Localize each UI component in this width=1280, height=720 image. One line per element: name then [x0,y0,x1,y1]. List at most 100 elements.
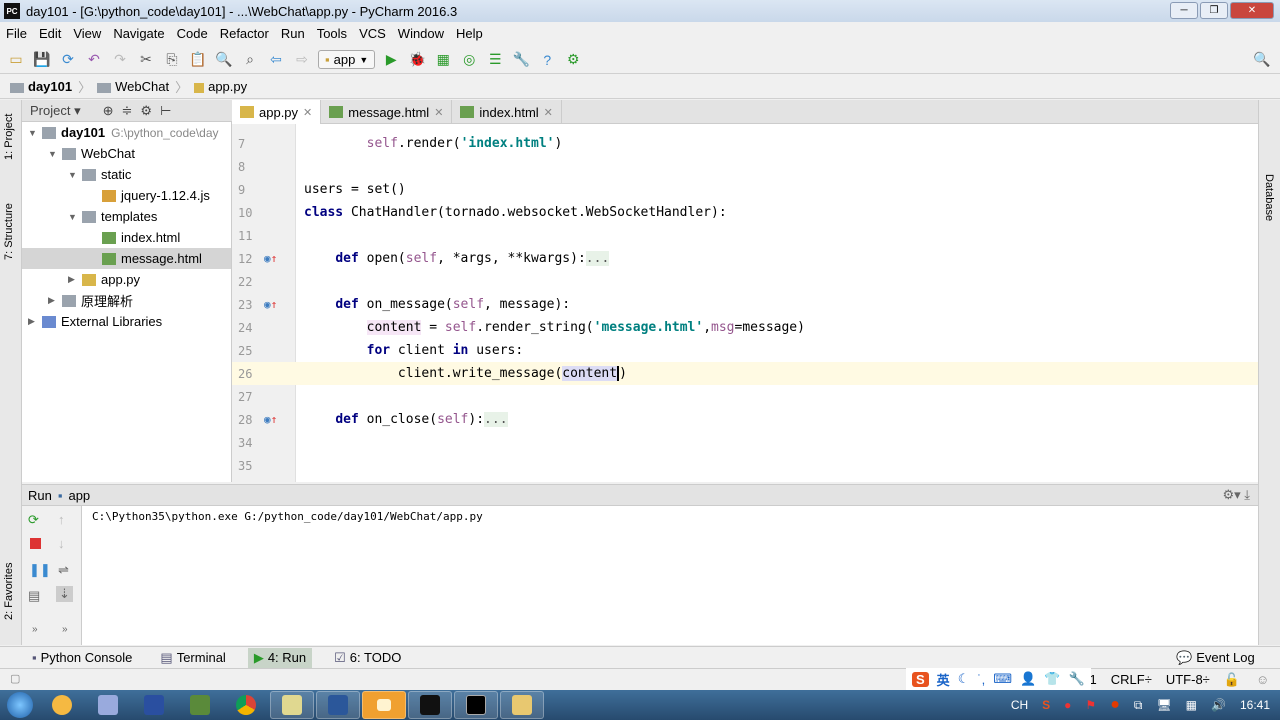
save-icon[interactable]: 💾 [32,50,52,70]
back-icon[interactable]: ⇦ [266,50,286,70]
maximize-button[interactable]: ❐ [1200,2,1228,19]
undo-icon[interactable]: ↶ [84,50,104,70]
redo-icon[interactable]: ↷ [110,50,130,70]
hide-icon[interactable]: ⊢ [160,103,171,119]
tab-database[interactable]: Database [1263,174,1275,221]
layout-icon[interactable]: ▤ [28,588,40,604]
taskbar-app[interactable] [40,691,84,719]
tree-item[interactable]: index.html [22,227,231,248]
breadcrumb-webchat[interactable]: WebChat [97,79,169,94]
line-separator[interactable]: CRLF÷ [1111,672,1152,687]
menu-navigate[interactable]: Navigate [113,26,164,41]
close-button[interactable]: ✕ [1230,2,1274,19]
gear-icon[interactable]: ⚙ [140,103,152,119]
tree-item[interactable]: ▶ app.py [22,269,231,290]
run-config-select[interactable]: ▪ app ▼ [318,50,376,69]
search-everywhere-icon[interactable]: 🔍 [1252,50,1272,70]
tool-tab-terminal[interactable]: ▤ Terminal [154,648,231,668]
find-icon[interactable]: 🔍 [214,50,234,70]
wrap-icon[interactable]: ⇌ [58,562,69,578]
profile-icon[interactable]: ◎ [459,50,479,70]
taskbar-explorer[interactable] [500,691,544,719]
wrench-icon[interactable]: 🔧 [1068,671,1084,687]
run-icon[interactable]: ▶ [381,50,401,70]
moon-icon[interactable]: ☾ [958,671,970,687]
close-icon[interactable]: ✕ [434,106,443,119]
ime-language[interactable]: 英 [937,670,950,689]
locate-icon[interactable]: ⊕ [103,103,114,119]
concurrency-icon[interactable]: ☰ [485,50,505,70]
input-icon[interactable]: ▦ [1186,698,1197,712]
override-marker-icon[interactable]: ◉↑ [264,413,277,426]
menu-vcs[interactable]: VCS [359,26,386,41]
menu-run[interactable]: Run [281,26,305,41]
copy-icon[interactable]: ⎘ [162,50,182,70]
open-icon[interactable]: ▭ [6,50,26,70]
sync-icon[interactable]: ⟳ [58,50,78,70]
menu-tools[interactable]: Tools [317,26,347,41]
tree-item[interactable]: ▼ templates [22,206,231,227]
menu-file[interactable]: File [6,26,27,41]
menu-window[interactable]: Window [398,26,444,41]
taskbar-chrome[interactable] [224,691,268,719]
chevron-right-icon[interactable]: ▶ [68,274,82,285]
shirt-icon[interactable]: 👕 [1044,671,1060,687]
more-icon[interactable]: » [62,624,68,635]
paste-icon[interactable]: 📋 [188,50,208,70]
tab-app-py[interactable]: app.py ✕ [232,100,322,124]
start-button[interactable] [0,690,40,720]
taskbar-app[interactable] [178,691,222,719]
menu-edit[interactable]: Edit [39,26,61,41]
tree-item[interactable]: jquery-1.12.4.js [22,185,231,206]
tray-app-icon[interactable]: ● [1064,698,1071,712]
volume-icon[interactable]: 🔊 [1211,698,1226,712]
menu-help[interactable]: Help [456,26,483,41]
pause-icon[interactable]: ❚❚ [29,562,51,578]
run-console-output[interactable]: C:\Python35\python.exe G:/python_code/da… [82,506,1258,645]
help-icon[interactable]: ? [537,50,557,70]
taskbar-app[interactable] [132,691,176,719]
menu-code[interactable]: Code [177,26,208,41]
replace-icon[interactable]: ⌕ [240,50,260,70]
tool-tab-pythonconsole[interactable]: ▪ Python Console [26,648,138,667]
project-view-select[interactable]: Project ▾ [30,103,81,119]
tree-item[interactable]: ▶ External Libraries [22,311,231,332]
stop-icon[interactable] [30,538,41,549]
minimize-button[interactable]: ─ [1170,2,1198,19]
breadcrumb-day101[interactable]: day101 [10,79,72,94]
chevron-down-icon[interactable]: ▼ [48,149,62,159]
gear-icon[interactable]: ⚙▾ ⤓ [1222,487,1250,503]
sdk-icon[interactable]: ⚙ [563,50,583,70]
menu-refactor[interactable]: Refactor [220,26,269,41]
forward-icon[interactable]: ⇨ [292,50,312,70]
code-editor[interactable]: 7 self.render('index.html') 8 9 users = set… [232,124,1258,482]
keyboard-icon[interactable]: ⌨ [993,671,1012,687]
sogou-tray-icon[interactable]: S [1042,698,1050,712]
menu-view[interactable]: View [73,26,101,41]
network-icon[interactable]: 🖥 [1156,698,1171,712]
taskbar-notepad[interactable] [270,691,314,719]
settings-icon[interactable]: 🔧 [511,50,531,70]
chevron-down-icon[interactable]: ▼ [68,170,82,180]
tab-favorites[interactable]: 2: Favorites [3,563,15,620]
debug-icon[interactable]: 🐞 [407,50,427,70]
tab-structure[interactable]: 7: Structure [3,203,15,260]
cut-icon[interactable]: ✂ [136,50,156,70]
windows-icon[interactable]: ⧉ [1134,698,1143,713]
clock[interactable]: 16:41 [1240,698,1270,712]
chevron-right-icon[interactable]: ▶ [48,295,62,306]
taskbar-app[interactable] [362,691,406,719]
close-icon[interactable]: ✕ [303,106,312,119]
tab-message-html[interactable]: message.html ✕ [321,100,453,124]
collapse-icon[interactable]: ≑ [122,103,133,119]
override-marker-icon[interactable]: ◉↑ [264,252,277,265]
user-icon[interactable]: 👤 [1020,671,1036,687]
chevron-down-icon[interactable]: ▼ [68,212,82,222]
taskbar-word[interactable] [316,691,360,719]
up-icon[interactable]: ↑ [58,512,65,527]
sogou-icon[interactable]: S [912,671,929,687]
tool-tab-run[interactable]: ▶ 4: Run [247,647,313,668]
scroll-end-icon[interactable]: ⇣ [56,586,73,602]
tab-project[interactable]: 1: Project [3,114,15,160]
tree-item[interactable]: ▼ WebChat [22,143,231,164]
